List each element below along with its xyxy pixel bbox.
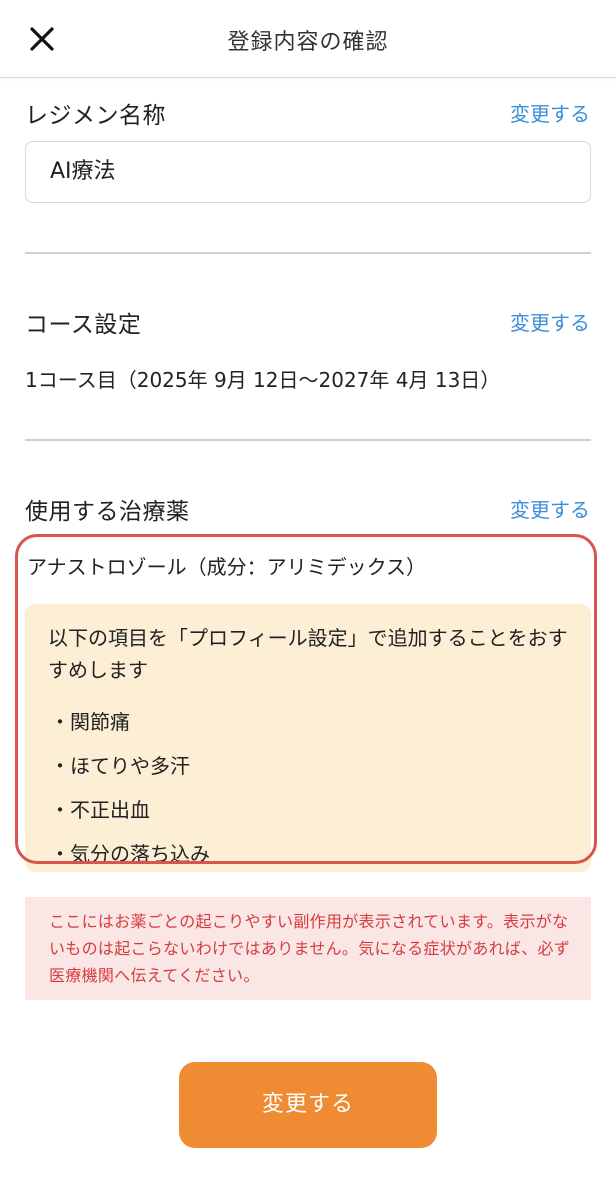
recommendation-box: 以下の項目を「プロフィール設定」で追加することをおすすめします ・関節痛 ・ほて… (25, 604, 591, 872)
course-period: 1コース目（2025年 9月 12日〜2027年 4月 13日） (25, 368, 501, 392)
symptom-label: ほてりや多汗 (70, 754, 190, 778)
list-item: ・気分の落ち込み (50, 842, 210, 866)
drug-name: アナストロゾール（成分：アリミデックス） (27, 555, 426, 579)
symptom-label: 不正出血 (70, 798, 150, 822)
regimen-name-field: AI療法 (25, 141, 591, 203)
section-divider (25, 252, 591, 254)
recommendation-text: 以下の項目を「プロフィール設定」で追加することをおすすめします (48, 626, 568, 682)
symptom-list: ・関節痛 ・ほてりや多汗 ・不正出血 ・気分の落ち込み (50, 700, 210, 876)
app-header: 登録内容の確認 (0, 0, 616, 78)
list-item: ・不正出血 (50, 798, 150, 822)
medication-change-link[interactable]: 変更する (510, 494, 590, 523)
symptom-label: 関節痛 (70, 710, 130, 734)
course-heading: コース設定 (25, 312, 142, 338)
list-item: ・ほてりや多汗 (50, 754, 190, 778)
symptom-label: 気分の落ち込み (70, 842, 210, 866)
regimen-change-link[interactable]: 変更する (510, 98, 590, 127)
side-effect-notice: ここにはお薬ごとの起こりやすい副作用が表示されています。表示がないものは起こらな… (25, 897, 591, 1000)
medication-heading: 使用する治療薬 (25, 499, 190, 525)
change-submit-button[interactable]: 変更する (179, 1062, 437, 1148)
regimen-heading: レジメン名称 (25, 103, 166, 129)
page-title: 登録内容の確認 (227, 30, 389, 55)
list-item: ・関節痛 (50, 710, 130, 734)
notice-text: ここにはお薬ごとの起こりやすい副作用が表示されています。表示がないものは起こらな… (49, 912, 571, 985)
course-change-link[interactable]: 変更する (510, 307, 590, 336)
section-divider (25, 439, 591, 441)
